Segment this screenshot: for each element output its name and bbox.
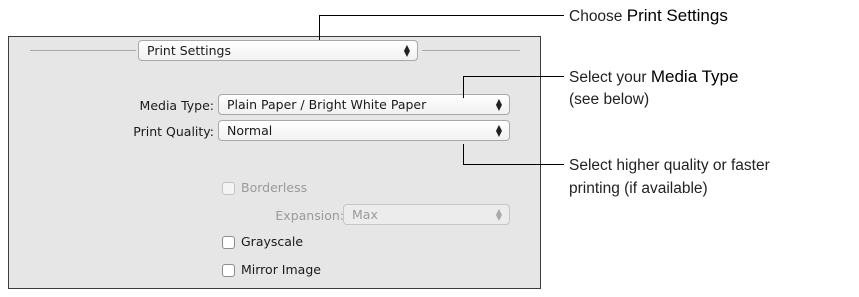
settings-section-value: Print Settings [147,43,231,58]
expansion-popup[interactable]: Max ▲ ▼ [343,204,510,225]
popup-arrows-icon: ▲ ▼ [495,123,502,138]
borderless-checkbox[interactable] [222,182,235,195]
media-type-popup[interactable]: Plain Paper / Bright White Paper ▲ ▼ [218,94,510,115]
mirror-image-checkbox[interactable] [222,264,235,277]
callout-line-media-horizontal [463,76,564,77]
annotation-media-strong: Media Type [650,67,739,86]
mirror-image-label[interactable]: Mirror Image [241,262,321,277]
media-type-label: Media Type: [139,98,214,113]
separator-left [30,50,136,51]
popup-arrows-icon: ▲ ▼ [495,207,502,222]
grayscale-checkbox[interactable] [222,236,235,249]
print-settings-panel: Print Settings ▲ ▼ Media Type: Plain Pape… [8,36,541,289]
popup-arrows-icon: ▲ ▼ [495,97,502,112]
print-quality-popup[interactable]: Normal ▲ ▼ [218,120,510,141]
annotation-media-line2: (see below) [569,91,650,108]
expansion-value: Max [352,207,378,222]
callout-line-quality-vertical [463,144,464,164]
callout-line-media-vertical [463,76,464,98]
print-quality-label: Print Quality: [133,124,214,139]
print-quality-value: Normal [227,123,273,138]
separator-right [422,50,520,51]
borderless-label: Borderless [241,180,308,195]
media-type-value: Plain Paper / Bright White Paper [227,97,427,112]
annotation-choose: Choose Print Settings [569,5,728,27]
annotation-quality-line1: Select higher quality or faster [569,157,770,174]
callout-line-choose-horizontal [319,15,564,16]
annotation-choose-pre: Choose [569,8,627,25]
annotation-choose-strong: Print Settings [626,6,728,25]
annotation-quality-line2: printing (if available) [569,180,708,197]
annotation-media-pre: Select your [569,69,651,86]
settings-section-popup[interactable]: Print Settings ▲ ▼ [138,40,418,61]
annotation-media: Select your Media Type [569,66,738,88]
expansion-label: Expansion: [275,208,344,223]
grayscale-label[interactable]: Grayscale [241,234,303,249]
callout-line-quality-horizontal [463,164,564,165]
popup-arrows-icon: ▲ ▼ [403,43,410,58]
callout-line-choose-vertical [319,15,320,40]
